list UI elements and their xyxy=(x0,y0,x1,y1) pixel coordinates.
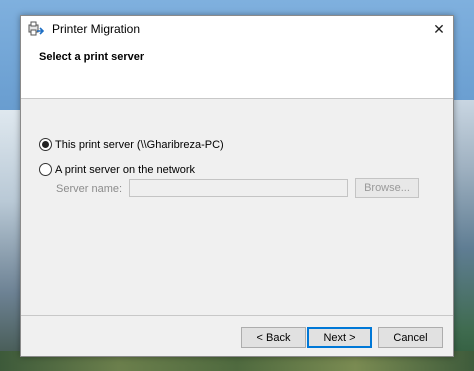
option-this-print-server[interactable]: This print server (\\Gharibreza-PC) xyxy=(39,138,224,151)
wallpaper-mountain-right xyxy=(452,100,474,371)
cancel-button[interactable]: Cancel xyxy=(378,327,443,348)
next-button[interactable]: Next > xyxy=(307,327,372,348)
page-title: Select a print server xyxy=(39,51,145,63)
window-title: Printer Migration xyxy=(52,22,141,36)
wizard-header: Select a print server xyxy=(21,42,453,98)
browse-button[interactable]: Browse... xyxy=(355,178,419,198)
close-icon: ✕ xyxy=(433,20,445,37)
printer-migration-dialog: Printer Migration ✕ Select a print serve… xyxy=(20,15,454,357)
option-this-print-server-label: This print server (\\Gharibreza-PC) xyxy=(55,138,224,151)
title-bar[interactable]: Printer Migration ✕ xyxy=(21,16,453,42)
back-button[interactable]: < Back xyxy=(241,327,306,348)
footer-divider xyxy=(21,315,453,316)
header-divider xyxy=(21,98,453,99)
wallpaper-mountain-left xyxy=(0,110,20,371)
server-name-input[interactable] xyxy=(129,179,348,197)
radio-this-print-server[interactable] xyxy=(39,138,52,151)
radio-selected-dot xyxy=(42,141,49,148)
radio-network-print-server[interactable] xyxy=(39,163,52,176)
option-network-print-server-label: A print server on the network xyxy=(55,163,196,176)
option-network-print-server[interactable]: A print server on the network xyxy=(39,163,195,176)
server-name-label: Server name: xyxy=(56,183,123,195)
printer-migration-icon xyxy=(28,21,45,37)
close-button[interactable]: ✕ xyxy=(425,16,453,42)
